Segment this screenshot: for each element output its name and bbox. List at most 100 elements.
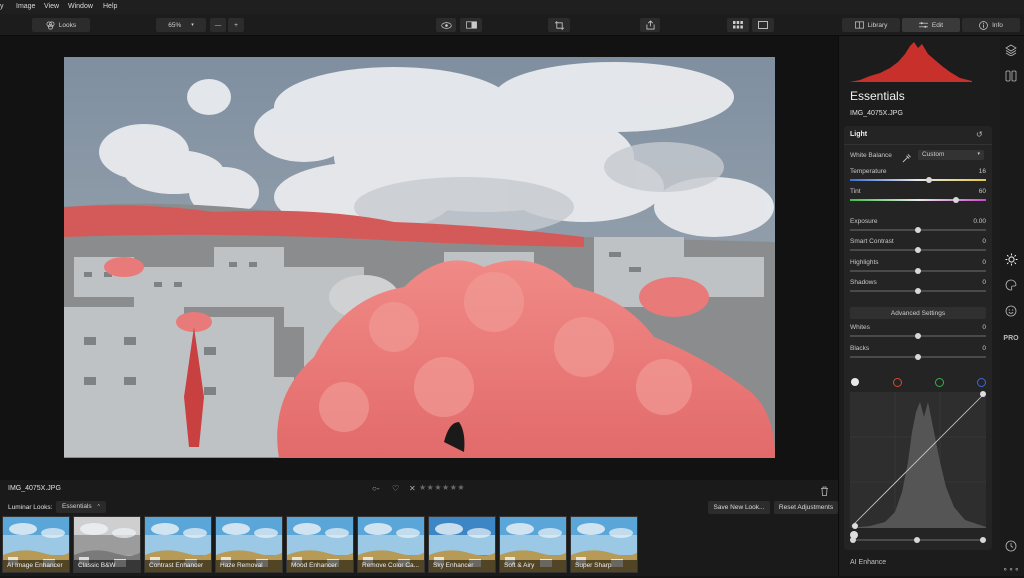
slider-knob[interactable] [915, 354, 921, 360]
look-thumbnail[interactable]: Contrast Enhancer [144, 516, 212, 573]
edit-icon [918, 22, 928, 28]
single-view-button[interactable] [752, 18, 774, 32]
slider-knob[interactable] [925, 177, 932, 183]
advanced-settings-label: Advanced Settings [890, 309, 946, 317]
label-color-button[interactable]: ○- [372, 484, 380, 493]
curve-channel-blue[interactable] [977, 378, 986, 387]
slider-label: Shadows [850, 279, 877, 286]
slider-value[interactable]: 0 [982, 279, 986, 286]
slider-value[interactable]: 16 [979, 168, 986, 175]
crop-icon [554, 20, 564, 30]
eye-icon [440, 21, 452, 29]
save-new-look-button[interactable]: Save New Look... [708, 501, 770, 514]
menu-item-window[interactable]: Window [68, 3, 93, 10]
image-filename: IMG_4075X.JPG [8, 485, 61, 492]
tab-library[interactable]: Library [842, 18, 900, 32]
slider-value[interactable]: 0.00 [973, 218, 986, 225]
reset-adjustments-button[interactable]: Reset Adjustments [774, 501, 838, 514]
chevron-up-icon: ^ [97, 504, 100, 510]
slider-knob[interactable] [915, 288, 921, 294]
histogram-graph [850, 42, 972, 82]
reset-section-icon[interactable]: ↺ [976, 130, 983, 139]
slider-value[interactable]: 0 [982, 324, 986, 331]
slider-label: Highlights [850, 259, 879, 266]
curve-channel-red[interactable] [893, 378, 902, 387]
looks-category-dropdown[interactable]: Essentials ^ [56, 501, 106, 513]
rating-stars[interactable]: ★★★★★★ [419, 483, 465, 492]
single-view-icon [758, 21, 768, 29]
reject-icon[interactable]: ✕ [409, 484, 416, 493]
look-thumbnail-label: Remove Color Ca... [358, 560, 424, 572]
light-section-title[interactable]: Light [850, 131, 867, 138]
canvas-icon[interactable] [1003, 68, 1019, 84]
slider-label: Tint [850, 188, 861, 195]
curve-point-white[interactable] [980, 391, 986, 397]
slider-knob[interactable] [915, 268, 921, 274]
slider-knob[interactable] [915, 247, 921, 253]
slider-value[interactable]: 0 [982, 259, 986, 266]
menu-item-help[interactable]: Help [103, 3, 117, 10]
look-thumbnail[interactable]: AI Image Enhancer [2, 516, 70, 573]
curve-range-mid[interactable] [914, 537, 920, 543]
look-thumbnail-label: Haze Removal [216, 560, 282, 572]
look-thumbnail-label: Mood Enhancer [287, 560, 353, 572]
slider-knob[interactable] [915, 333, 921, 339]
slider-label: Exposure [850, 218, 878, 225]
zoom-out-button[interactable]: — [210, 18, 226, 32]
pro-tools-icon[interactable]: PRO [1003, 330, 1019, 346]
looks-prefix: Luminar Looks: [8, 504, 53, 511]
zoom-in-button[interactable]: + [228, 18, 244, 32]
photo-preview[interactable] [64, 57, 775, 458]
grid-view-button[interactable] [727, 18, 749, 32]
look-thumbnail[interactable]: Sky Enhancer [428, 516, 496, 573]
white-balance-dropdown[interactable]: Custom ▾ [918, 150, 984, 160]
essentials-sun-icon[interactable] [1003, 251, 1019, 267]
look-thumbnail[interactable]: Mood Enhancer [286, 516, 354, 573]
menu-item-image[interactable]: Image [16, 3, 35, 10]
tab-info[interactable]: Info [962, 18, 1020, 32]
zoom-value: 65% [168, 21, 182, 29]
creative-palette-icon[interactable] [1003, 277, 1019, 293]
curve-point-origin[interactable] [852, 523, 858, 529]
compare-button[interactable] [460, 18, 482, 32]
portrait-face-icon[interactable] [1003, 303, 1019, 319]
curve-range-right[interactable] [980, 537, 986, 543]
slider-label: Temperature [850, 168, 887, 175]
look-thumbnail[interactable]: Super Sharp [570, 516, 638, 573]
menu-item-view[interactable]: View [44, 3, 59, 10]
divider [844, 144, 992, 145]
ai-enhance-section[interactable]: AI Enhance [850, 559, 886, 566]
share-button[interactable] [640, 18, 660, 32]
heart-icon[interactable]: ♡ [392, 484, 399, 493]
menu-bar: y Image View Window Help [0, 0, 1024, 14]
slider-value[interactable]: 60 [979, 188, 986, 195]
slider-value[interactable]: 0 [982, 238, 986, 245]
layers-icon[interactable] [1003, 42, 1019, 58]
look-thumbnail[interactable]: Remove Color Ca... [357, 516, 425, 573]
zoom-dropdown[interactable]: 65% ▾ [156, 18, 206, 32]
look-thumbnail-label: Classic B&W [74, 560, 140, 572]
slider-label: Blacks [850, 345, 870, 352]
history-clock-icon[interactable] [1003, 538, 1019, 554]
curve-channel-green[interactable] [935, 378, 944, 387]
preview-eye-button[interactable] [436, 18, 456, 32]
look-thumbnail[interactable]: Classic B&W [73, 516, 141, 573]
panel-title: Essentials [850, 89, 905, 103]
curve-channel-luma[interactable] [851, 378, 859, 386]
eyedropper-icon[interactable] [902, 150, 911, 168]
curve-range-left[interactable] [850, 537, 856, 543]
delete-button[interactable] [820, 483, 829, 501]
tab-edit[interactable]: Edit [902, 18, 960, 32]
advanced-settings-button[interactable]: Advanced Settings [850, 307, 986, 319]
looks-button[interactable]: Looks [32, 18, 90, 32]
slider-track[interactable] [850, 179, 986, 181]
look-thumbnail[interactable]: Haze Removal [215, 516, 283, 573]
slider-track[interactable] [850, 199, 986, 201]
slider-value[interactable]: 0 [982, 345, 986, 352]
slider-knob[interactable] [915, 227, 921, 233]
looks-icon [46, 21, 55, 29]
crop-button[interactable] [548, 18, 570, 32]
look-thumbnail[interactable]: Soft & Airy [499, 516, 567, 573]
tone-curve[interactable] [850, 392, 986, 528]
menu-item-gallery[interactable]: y [0, 3, 4, 10]
